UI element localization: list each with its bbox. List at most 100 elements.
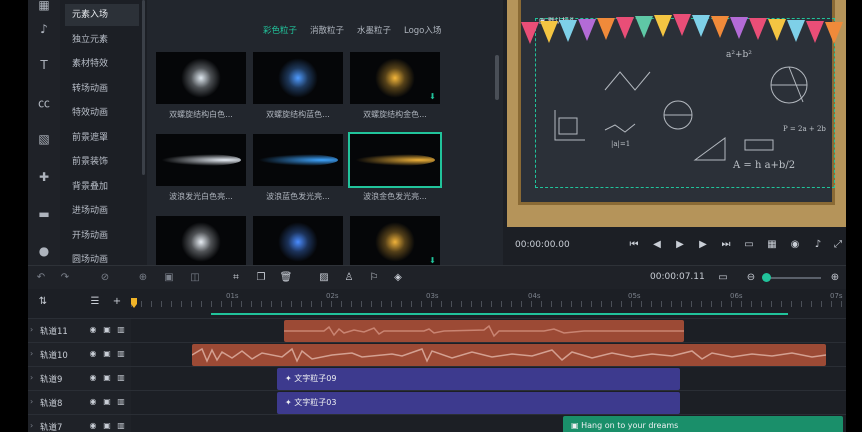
display-icon[interactable]: ▭: [742, 238, 756, 252]
zoom-slider-handle[interactable]: [762, 273, 771, 282]
chevron-right-icon[interactable]: ›: [30, 397, 33, 406]
audio-clip[interactable]: [192, 344, 826, 366]
color-icon[interactable]: ♙: [342, 271, 356, 285]
category-scrollbar[interactable]: [142, 0, 145, 175]
fullscreen-icon[interactable]: ⤢: [831, 238, 845, 252]
effect-thumbnail[interactable]: ⬇: [350, 216, 440, 268]
trash-icon[interactable]: ▥: [116, 372, 126, 384]
eye-icon[interactable]: ◉: [88, 396, 98, 408]
work-area-range[interactable]: [211, 313, 788, 315]
folder-icon[interactable]: ▬: [35, 205, 53, 223]
skip-forward-icon[interactable]: ⏭: [719, 238, 733, 252]
eye-icon[interactable]: ◉: [88, 420, 98, 432]
trash-icon[interactable]: ▥: [116, 348, 126, 360]
category-item[interactable]: 独立元素: [65, 29, 139, 51]
marker-icon[interactable]: ⚐: [367, 271, 381, 285]
download-icon[interactable]: ⬇: [428, 256, 437, 265]
category-item[interactable]: 前景装饰: [65, 151, 139, 173]
category-item[interactable]: 素材特效: [65, 53, 139, 75]
lock-icon[interactable]: ▣: [102, 420, 112, 432]
preview-canvas[interactable]: ▣ 默认标头 A = h a+b/2 P = 2a + 2b a²+b² |a|…: [507, 0, 846, 227]
play-icon[interactable]: ▶: [673, 238, 687, 252]
category-list: 元素入场 独立元素 素材特效 转场动画 特效动画 前景遮罩 前景装饰 背景叠加 …: [65, 0, 145, 265]
effect-label: 波浪发光白色亮...: [169, 192, 233, 201]
category-item[interactable]: 转场动画: [65, 78, 139, 100]
effect-thumbnail[interactable]: [253, 52, 343, 104]
chevron-right-icon[interactable]: ›: [30, 349, 33, 358]
split-icon[interactable]: ⊘: [98, 271, 112, 285]
tab-ink-particles[interactable]: 水墨粒子: [357, 24, 391, 36]
eye-icon[interactable]: ◉: [88, 348, 98, 360]
effect-thumbnail[interactable]: [348, 132, 442, 188]
lock-icon[interactable]: ▣: [102, 396, 112, 408]
delete-icon[interactable]: 🗑: [279, 271, 293, 285]
effects-icon[interactable]: ✚: [35, 168, 53, 186]
filter-icon[interactable]: ▧: [35, 130, 53, 148]
audio-clip[interactable]: [284, 320, 684, 342]
tab-dissipate-particles[interactable]: 消散粒子: [310, 24, 344, 36]
download-icon[interactable]: ⬇: [428, 92, 437, 101]
category-item[interactable]: 前景遮罩: [65, 127, 139, 149]
captions-icon[interactable]: ㏄: [35, 93, 53, 111]
undo-icon[interactable]: ↶: [34, 271, 48, 285]
chevron-right-icon[interactable]: ›: [30, 421, 33, 430]
step-back-icon[interactable]: ◀: [650, 238, 664, 252]
settings-icon[interactable]: ☰: [88, 295, 102, 309]
effect-thumbnail[interactable]: ⬇: [350, 52, 440, 104]
effect-thumbnail[interactable]: [253, 216, 343, 268]
music-icon[interactable]: ♪: [35, 20, 53, 38]
chevron-right-icon[interactable]: ›: [30, 373, 33, 382]
text-clip[interactable]: ✦ 文字粒子03: [277, 392, 680, 414]
crop-icon[interactable]: ⌗: [229, 271, 243, 285]
person-icon[interactable]: ●: [35, 242, 53, 260]
bunting-flag: [559, 20, 577, 42]
tab-color-particles[interactable]: 彩色粒子: [263, 24, 297, 36]
grid-icon[interactable]: ▦: [765, 238, 779, 252]
snapshot-icon[interactable]: ◉: [788, 238, 802, 252]
text-icon[interactable]: T: [35, 56, 53, 74]
copy-icon[interactable]: ❐: [254, 271, 268, 285]
chevron-right-icon[interactable]: ›: [30, 325, 33, 334]
trash-icon[interactable]: ▥: [116, 396, 126, 408]
eye-icon[interactable]: ◉: [88, 372, 98, 384]
target-icon[interactable]: ⊕: [136, 271, 150, 285]
image-icon[interactable]: ▨: [317, 271, 331, 285]
lock-icon[interactable]: ▣: [102, 348, 112, 360]
fit-icon[interactable]: ▭: [716, 271, 730, 285]
effect-thumbnail[interactable]: [156, 216, 246, 268]
category-item[interactable]: 开场动画: [65, 225, 139, 247]
category-item[interactable]: 背景叠加: [65, 176, 139, 198]
zoom-in-icon[interactable]: ⊕: [828, 271, 842, 285]
step-forward-icon[interactable]: ▶: [696, 238, 710, 252]
zoom-out-icon[interactable]: ⊖: [744, 271, 758, 285]
effect-thumbnail[interactable]: [156, 134, 246, 186]
library-scrollbar[interactable]: [495, 55, 499, 100]
skip-back-icon[interactable]: ⏮: [627, 238, 641, 252]
effect-label: 波浪蓝色发光亮...: [266, 192, 330, 201]
volume-icon[interactable]: ♪: [811, 238, 825, 252]
tab-logo-intro[interactable]: Logo入场: [404, 24, 441, 36]
redo-icon[interactable]: ↷: [58, 271, 72, 285]
bunting-flag: [521, 22, 539, 44]
lock-icon[interactable]: ▣: [102, 372, 112, 384]
effect-label: 双螺旋结构白色...: [169, 110, 233, 119]
mirror-icon[interactable]: ◫: [188, 271, 202, 285]
bunting-flag: [673, 14, 691, 36]
effect-thumbnail[interactable]: [253, 134, 343, 186]
caption-clip[interactable]: ▣ Hang on to your dreams: [563, 416, 843, 432]
text-clip[interactable]: ✦ 文字粒子09: [277, 368, 680, 390]
add-track-icon[interactable]: ⇅: [36, 295, 50, 309]
eye-icon[interactable]: ◉: [88, 324, 98, 336]
category-item[interactable]: 元素入场: [65, 4, 139, 26]
zoom-slider[interactable]: [766, 277, 821, 279]
effect-thumbnail[interactable]: [156, 52, 246, 104]
trash-icon[interactable]: ▥: [116, 420, 126, 432]
category-item[interactable]: 特效动画: [65, 102, 139, 124]
freeze-icon[interactable]: ▣: [162, 271, 176, 285]
lock-icon[interactable]: ▣: [102, 324, 112, 336]
media-icon[interactable]: ▦: [35, 0, 53, 14]
trash-icon[interactable]: ▥: [116, 324, 126, 336]
add-icon[interactable]: +: [110, 295, 124, 309]
layers-icon[interactable]: ◈: [391, 271, 405, 285]
category-item[interactable]: 进场动画: [65, 200, 139, 222]
